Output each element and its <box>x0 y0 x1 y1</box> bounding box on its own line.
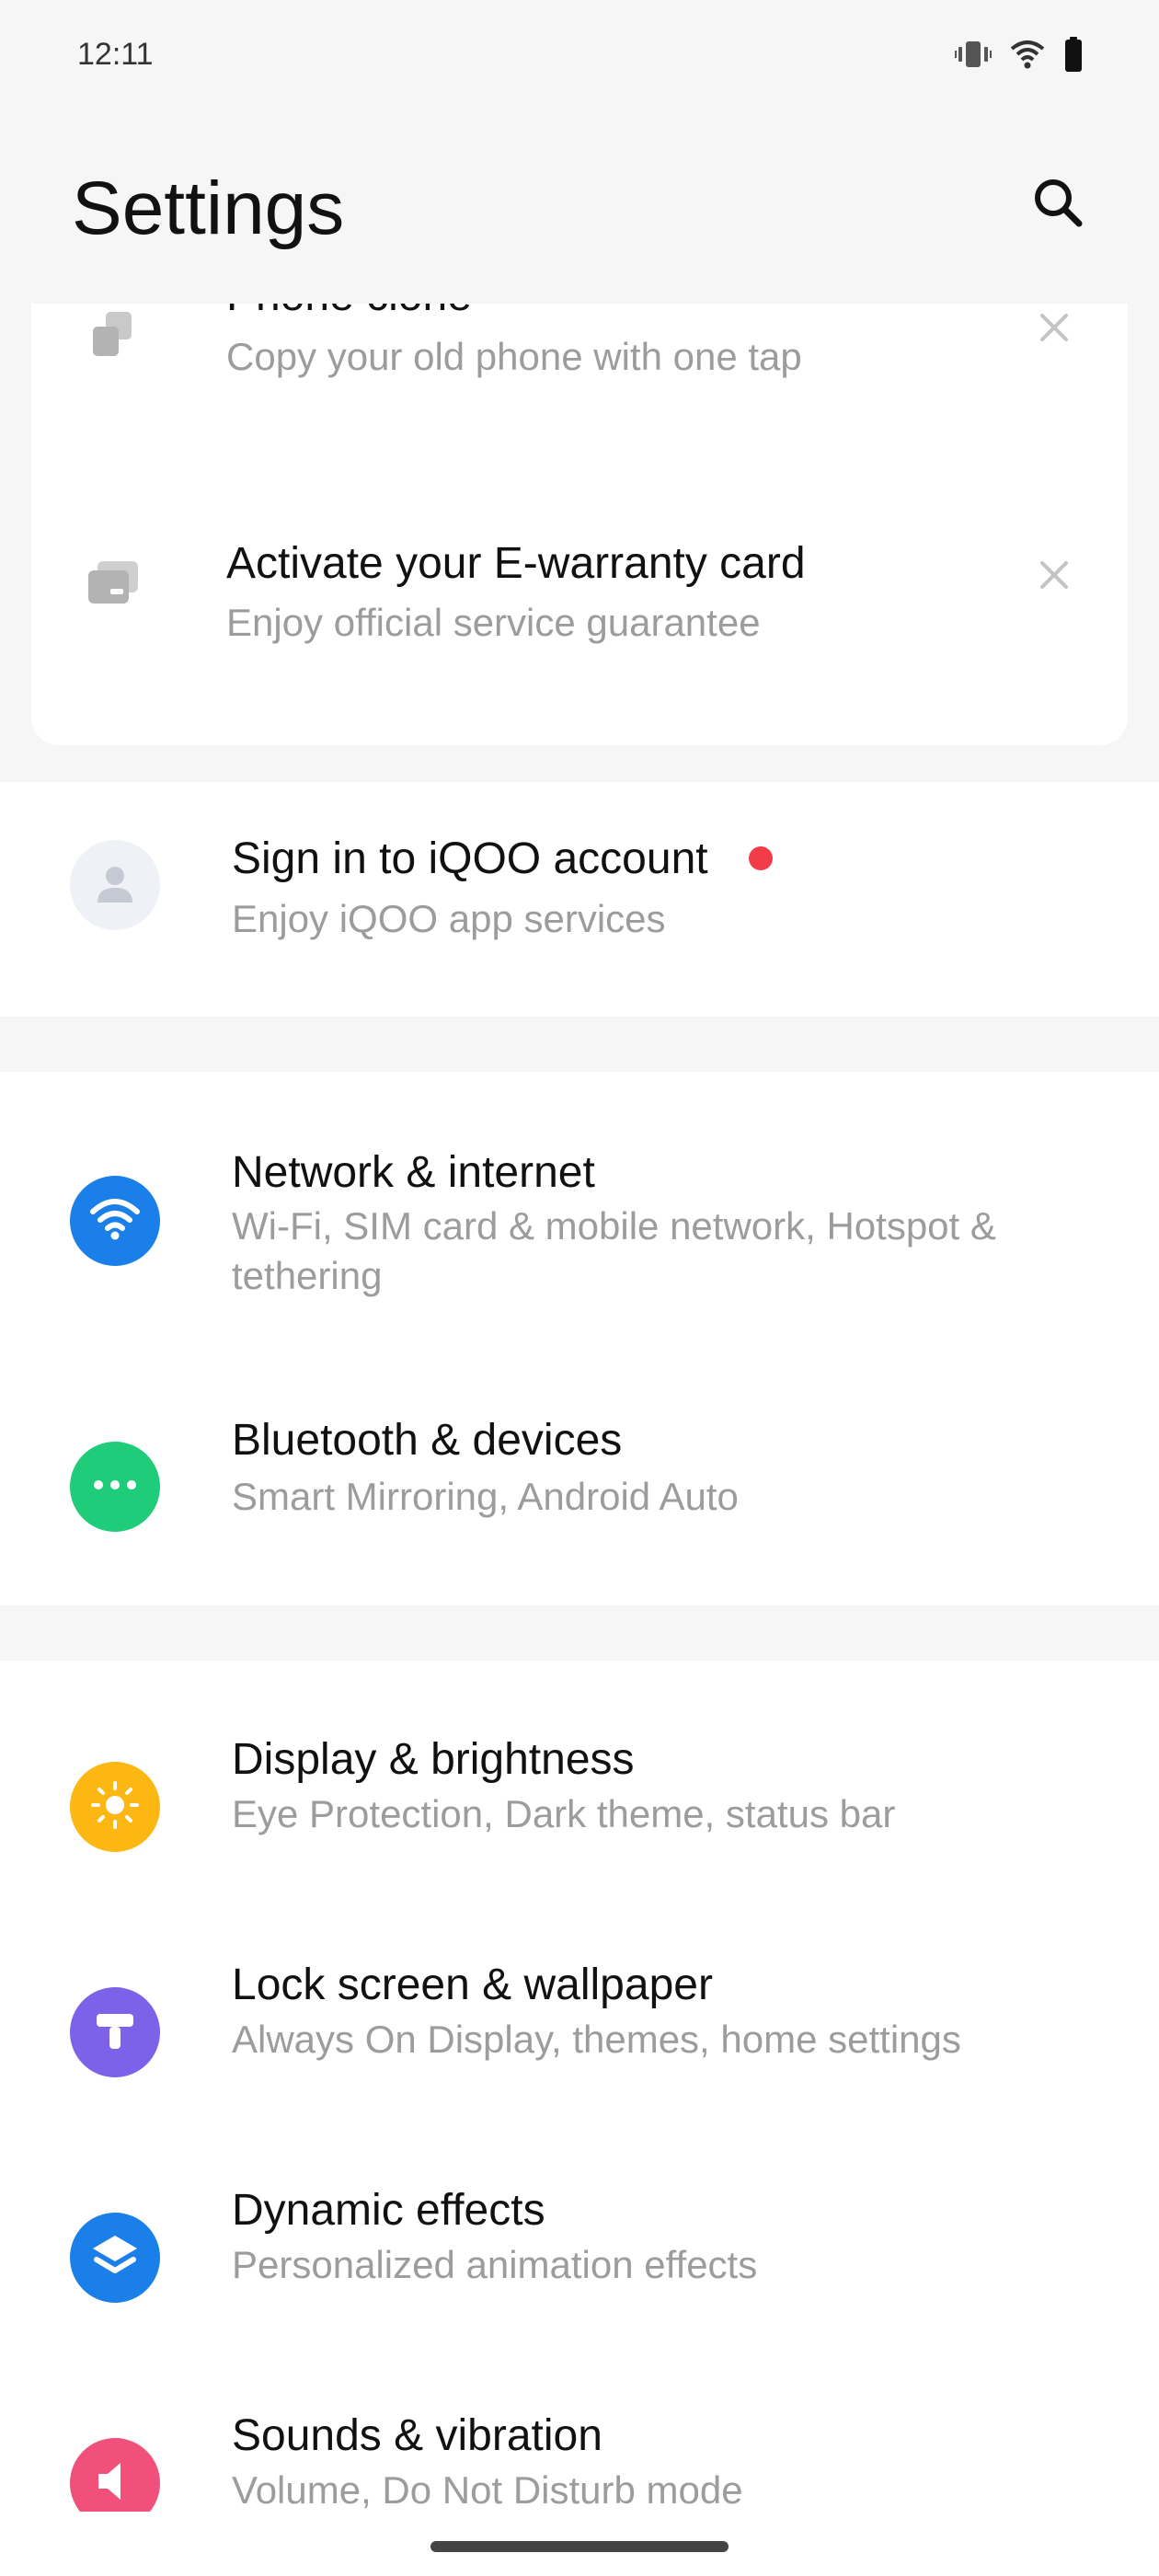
phone-clone-icon <box>81 304 145 366</box>
more-dots-icon <box>92 1478 138 1496</box>
person-icon <box>92 860 138 911</box>
account-subtitle: Enjoy iQOO app services <box>232 897 666 940</box>
network-internet-row[interactable]: Network & internet Wi-Fi, SIM card & mob… <box>0 1072 1159 1343</box>
row-subtitle: Eye Protection, Dark theme, status bar <box>232 1792 896 1835</box>
settings-list[interactable]: Phone clone Copy your old phone with one… <box>0 304 1159 2512</box>
suggestions-card: Phone clone Copy your old phone with one… <box>31 304 1128 745</box>
dismiss-button[interactable] <box>1027 304 1082 357</box>
sign-in-account-row[interactable]: Sign in to iQOO account Enjoy iQOO app s… <box>0 782 1159 1017</box>
sun-icon <box>90 1780 140 1834</box>
row-title: Network & internet <box>232 1148 595 1197</box>
status-time: 12:11 <box>77 37 154 72</box>
row-subtitle: Smart Mirroring, Android Auto <box>232 1475 739 1518</box>
suggestion-subtitle: Enjoy official service guarantee <box>226 601 761 644</box>
search-button[interactable] <box>1021 167 1095 241</box>
row-title: Sounds & vibration <box>232 2411 602 2460</box>
lock-screen-wallpaper-row[interactable]: Lock screen & wallpaper Always On Displa… <box>0 1886 1159 2111</box>
suggestion-title: Activate your E-warranty card <box>226 539 806 588</box>
dynamic-effects-row[interactable]: Dynamic effects Personalized animation e… <box>0 2111 1159 2337</box>
battery-icon <box>1063 37 1084 72</box>
personalization-section: Display & brightness Eye Protection, Dar… <box>0 1661 1159 2512</box>
avatar <box>70 840 160 930</box>
bluetooth-icon-badge <box>70 1442 160 1532</box>
suggestion-title: Phone clone <box>226 304 472 321</box>
row-subtitle: Personalized animation effects <box>232 2243 758 2286</box>
vibrate-icon <box>955 39 992 70</box>
warranty-card-icon <box>81 549 145 614</box>
row-title: Dynamic effects <box>232 2186 545 2235</box>
dismiss-button[interactable] <box>1027 549 1082 604</box>
close-icon <box>1039 559 1070 595</box>
suggestion-e-warranty[interactable]: Activate your E-warranty card Enjoy offi… <box>31 488 1128 699</box>
status-bar: 12:11 <box>0 0 1159 110</box>
row-title: Display & brightness <box>232 1735 635 1784</box>
header: Settings <box>0 110 1159 304</box>
suggestion-phone-clone[interactable]: Phone clone Copy your old phone with one… <box>31 304 1128 488</box>
account-title: Sign in to iQOO account <box>232 834 708 883</box>
dynamic-effects-icon-badge <box>70 2213 160 2303</box>
lock-screen-icon-badge <box>70 1987 160 2077</box>
row-title: Bluetooth & devices <box>232 1416 623 1465</box>
row-subtitle: Volume, Do Not Disturb mode <box>232 2468 743 2512</box>
notification-badge <box>749 846 773 870</box>
speaker-icon <box>91 2457 139 2510</box>
wifi-icon <box>89 1197 141 1246</box>
account-section: Sign in to iQOO account Enjoy iQOO app s… <box>0 782 1159 1017</box>
connectivity-section: Network & internet Wi-Fi, SIM card & mob… <box>0 1072 1159 1605</box>
row-subtitle: Always On Display, themes, home settings <box>232 2018 961 2061</box>
paint-roller-icon <box>91 2007 139 2059</box>
network-icon-badge <box>70 1176 160 1266</box>
bluetooth-devices-row[interactable]: Bluetooth & devices Smart Mirroring, And… <box>0 1343 1159 1605</box>
row-subtitle: Wi-Fi, SIM card & mobile network, Hotspo… <box>232 1204 996 1297</box>
home-indicator[interactable] <box>430 2541 729 2552</box>
suggestion-subtitle: Copy your old phone with one tap <box>226 335 802 378</box>
wifi-icon <box>1010 40 1045 69</box>
gesture-nav-bar <box>0 2512 1159 2576</box>
page-title: Settings <box>72 167 345 250</box>
status-icons <box>955 37 1084 72</box>
display-brightness-row[interactable]: Display & brightness Eye Protection, Dar… <box>0 1661 1159 1886</box>
row-title: Lock screen & wallpaper <box>232 1961 713 2009</box>
sounds-vibration-row[interactable]: Sounds & vibration Volume, Do Not Distur… <box>0 2337 1159 2512</box>
close-icon <box>1039 312 1070 348</box>
sounds-icon-badge <box>70 2438 160 2512</box>
display-icon-badge <box>70 1762 160 1852</box>
search-icon <box>1031 176 1084 234</box>
layers-icon <box>89 2232 141 2284</box>
